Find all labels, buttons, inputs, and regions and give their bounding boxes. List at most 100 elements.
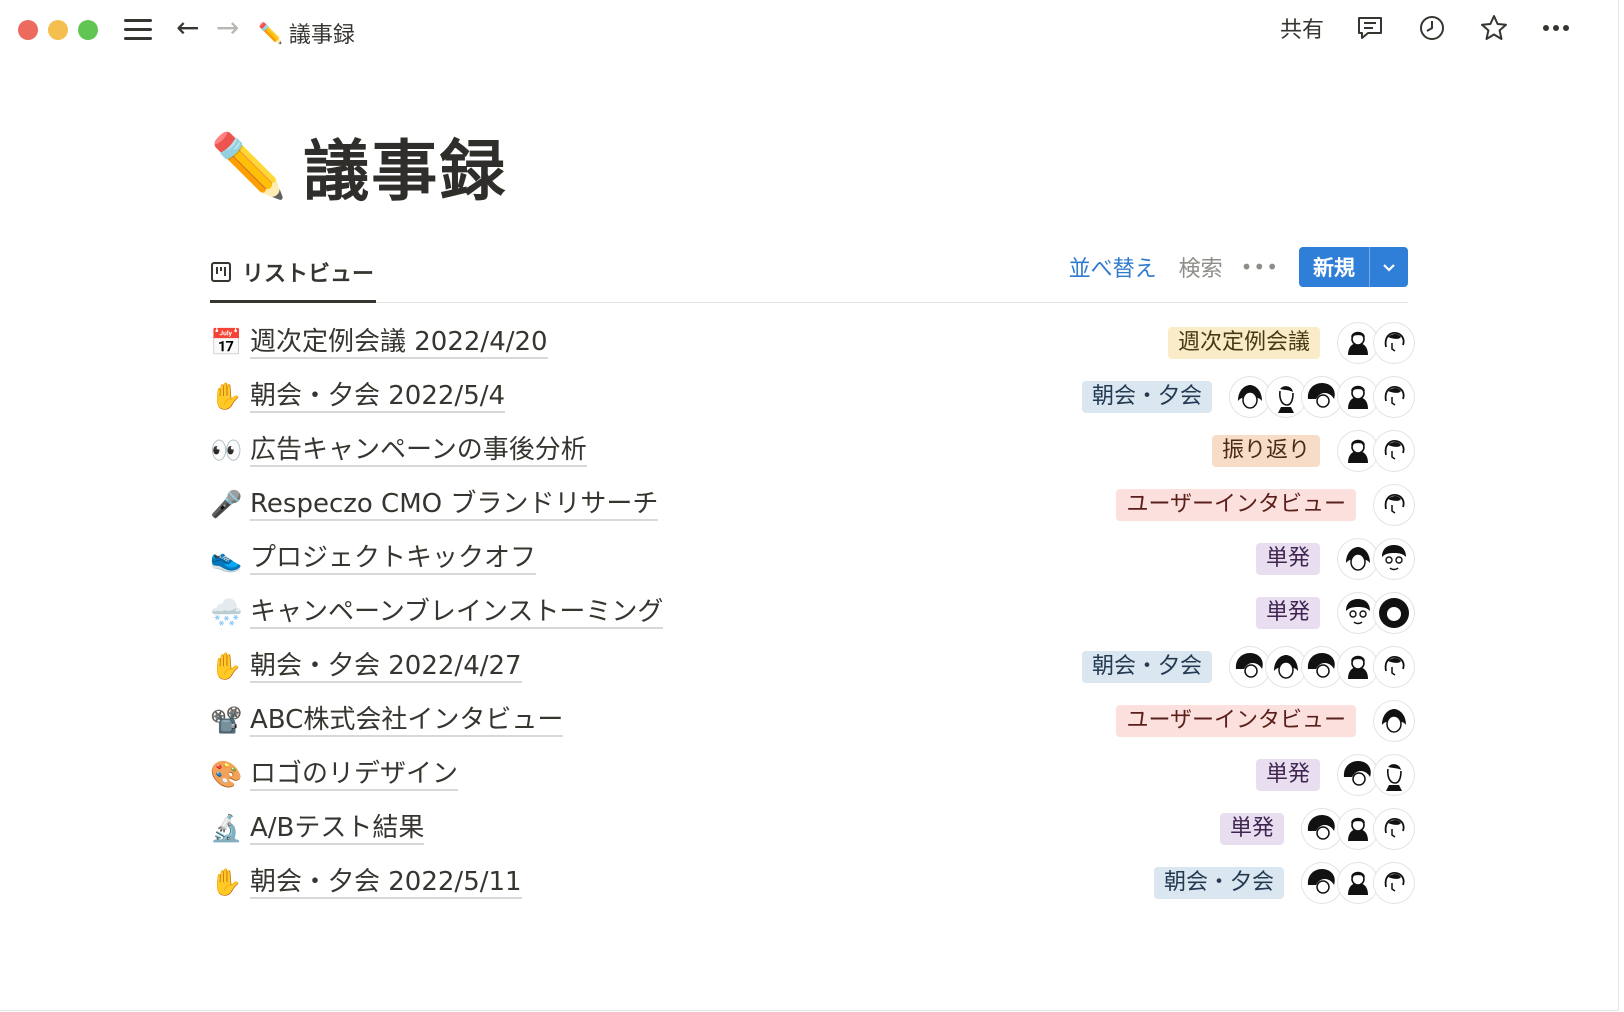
page-title[interactable]: ✏️ 議事録 bbox=[210, 118, 507, 214]
row-properties: 朝会・夕会 bbox=[1153, 856, 1414, 910]
list-item[interactable]: ✋ 朝会・夕会 2022/5/11 朝会・夕会 bbox=[210, 856, 1414, 910]
list-item[interactable]: 📅 週次定例会議 2022/4/20 週次定例会議 bbox=[210, 316, 1414, 370]
view-more-button[interactable]: ••• bbox=[1241, 255, 1279, 279]
list-item[interactable]: 🌨️ キャンペーンブレインストーミング 単発 bbox=[210, 586, 1414, 640]
participants bbox=[1374, 701, 1414, 741]
participants bbox=[1302, 809, 1414, 849]
view-actions: 並べ替え 検索 ••• 新規 bbox=[1069, 247, 1408, 287]
page-link[interactable]: 朝会・夕会 2022/5/11 bbox=[250, 867, 522, 899]
top-bar: ← → ✏️ 議事録 共有 bbox=[0, 0, 1618, 62]
database-view-bar: リストビュー 並べ替え 検索 ••• 新規 bbox=[210, 244, 1408, 303]
page-link[interactable]: 朝会・夕会 2022/5/4 bbox=[250, 381, 506, 413]
avatar-icon bbox=[1374, 755, 1414, 795]
row-properties: 単発 bbox=[1219, 802, 1414, 856]
participants bbox=[1338, 431, 1414, 471]
category-tag: ユーザーインタビュー bbox=[1116, 489, 1356, 521]
page-link[interactable]: Respeczo CMO ブランドリサーチ bbox=[250, 489, 659, 521]
list-item[interactable]: 🎨 ロゴのリデザイン 単発 bbox=[210, 748, 1414, 802]
forward-arrow-icon[interactable]: → bbox=[216, 14, 239, 42]
row-properties: 振り返り bbox=[1211, 424, 1414, 478]
top-right-actions: 共有 bbox=[1280, 12, 1572, 44]
window-controls bbox=[18, 20, 98, 40]
avatar-icon bbox=[1374, 647, 1414, 687]
avatar-icon bbox=[1374, 539, 1414, 579]
close-window-button[interactable] bbox=[18, 20, 38, 40]
avatar-icon bbox=[1374, 863, 1414, 903]
participants bbox=[1338, 323, 1414, 363]
row-properties: 朝会・夕会 bbox=[1081, 640, 1414, 694]
page-link[interactable]: A/Bテスト結果 bbox=[250, 813, 425, 845]
page-link[interactable]: キャンペーンブレインストーミング bbox=[250, 597, 664, 629]
avatar-icon bbox=[1374, 701, 1414, 741]
breadcrumb[interactable]: ✏️ 議事録 bbox=[258, 17, 355, 49]
page-link[interactable]: 広告キャンペーンの事後分析 bbox=[250, 435, 587, 467]
search-button[interactable]: 検索 bbox=[1179, 251, 1223, 283]
avatar-icon bbox=[1338, 863, 1378, 903]
page-emoji-icon: 👟 bbox=[210, 544, 243, 574]
avatar-icon bbox=[1338, 755, 1378, 795]
new-button-group: 新規 bbox=[1299, 247, 1408, 287]
category-tag: 振り返り bbox=[1211, 435, 1320, 467]
page-link[interactable]: ロゴのリデザイン bbox=[250, 759, 459, 791]
list-item[interactable]: 👟 プロジェクトキックオフ 単発 bbox=[210, 532, 1414, 586]
comment-icon[interactable] bbox=[1354, 12, 1386, 44]
list-item[interactable]: ✋ 朝会・夕会 2022/4/27 朝会・夕会 bbox=[210, 640, 1414, 694]
page-link[interactable]: ABC株式会社インタビュー bbox=[250, 705, 564, 737]
new-button[interactable]: 新規 bbox=[1299, 247, 1369, 287]
list-item[interactable]: 📽️ ABC株式会社インタビュー ユーザーインタビュー bbox=[210, 694, 1414, 748]
row-properties: ユーザーインタビュー bbox=[1116, 478, 1414, 532]
page-title-text: 議事録 bbox=[303, 133, 508, 210]
category-tag: 単発 bbox=[1255, 543, 1320, 575]
participants bbox=[1374, 485, 1414, 525]
list-item[interactable]: 👀 広告キャンペーンの事後分析 振り返り bbox=[210, 424, 1414, 478]
list-item[interactable]: ✋ 朝会・夕会 2022/5/4 朝会・夕会 bbox=[210, 370, 1414, 424]
row-properties: 朝会・夕会 bbox=[1081, 370, 1414, 424]
avatar-icon bbox=[1266, 647, 1306, 687]
avatar-icon bbox=[1374, 431, 1414, 471]
avatar-icon bbox=[1338, 539, 1378, 579]
page-emoji-icon: ✋ bbox=[210, 382, 243, 412]
new-dropdown-button[interactable] bbox=[1369, 247, 1408, 287]
more-options-icon[interactable] bbox=[1540, 12, 1572, 44]
sidebar-toggle-icon[interactable] bbox=[124, 19, 152, 41]
avatar-icon bbox=[1338, 377, 1378, 417]
page-emoji-icon: 👀 bbox=[210, 436, 243, 466]
category-tag: 週次定例会議 bbox=[1167, 327, 1320, 359]
page-emoji-icon: 🎨 bbox=[210, 760, 243, 790]
page-link[interactable]: プロジェクトキックオフ bbox=[250, 543, 537, 575]
maximize-window-button[interactable] bbox=[78, 20, 98, 40]
avatar-icon bbox=[1302, 647, 1342, 687]
row-properties: 週次定例会議 bbox=[1167, 316, 1414, 370]
tab-list-view[interactable]: リストビュー bbox=[210, 244, 377, 303]
page-emoji-icon: 🎤 bbox=[210, 490, 243, 520]
favorite-star-icon[interactable] bbox=[1478, 12, 1510, 44]
page-link[interactable]: 週次定例会議 2022/4/20 bbox=[250, 327, 548, 359]
page-emoji-icon: ✋ bbox=[210, 652, 243, 682]
share-button[interactable]: 共有 bbox=[1280, 12, 1324, 44]
page-link[interactable]: 朝会・夕会 2022/4/27 bbox=[250, 651, 522, 683]
row-properties: 単発 bbox=[1255, 748, 1414, 802]
category-tag: 単発 bbox=[1219, 813, 1284, 845]
avatar-icon bbox=[1374, 809, 1414, 849]
sort-button[interactable]: 並べ替え bbox=[1069, 251, 1157, 283]
row-properties: 単発 bbox=[1255, 532, 1414, 586]
avatar-icon bbox=[1338, 431, 1378, 471]
back-arrow-icon[interactable]: ← bbox=[176, 14, 199, 42]
category-tag: 単発 bbox=[1255, 597, 1320, 629]
list-item[interactable]: 🎤 Respeczo CMO ブランドリサーチ ユーザーインタビュー bbox=[210, 478, 1414, 532]
avatar-icon bbox=[1374, 485, 1414, 525]
avatar-icon bbox=[1302, 377, 1342, 417]
chevron-down-icon bbox=[1383, 264, 1395, 272]
minimize-window-button[interactable] bbox=[48, 20, 68, 40]
list-item[interactable]: 🔬 A/Bテスト結果 単発 bbox=[210, 802, 1414, 856]
page-emoji-icon: 🔬 bbox=[210, 814, 243, 844]
avatar-icon bbox=[1374, 377, 1414, 417]
page-list: 📅 週次定例会議 2022/4/20 週次定例会議 ✋ 朝会・夕会 2022/5/4 朝会… bbox=[210, 316, 1414, 910]
board-view-icon bbox=[211, 262, 231, 282]
page-emoji-icon: 📅 bbox=[210, 328, 243, 358]
avatar-icon bbox=[1338, 593, 1378, 633]
avatar-icon bbox=[1302, 863, 1342, 903]
category-tag: 単発 bbox=[1255, 759, 1320, 791]
avatar-icon bbox=[1338, 647, 1378, 687]
history-clock-icon[interactable] bbox=[1416, 12, 1448, 44]
